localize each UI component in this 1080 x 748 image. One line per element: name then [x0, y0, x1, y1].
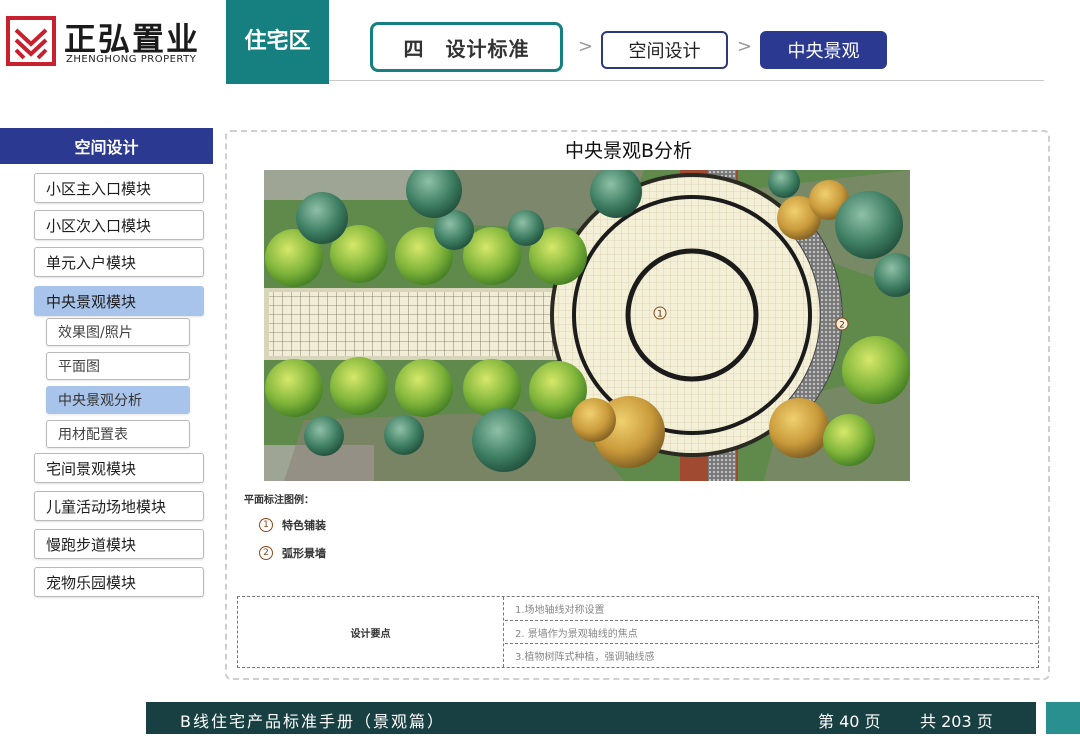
breadcrumb-arrow-icon: >	[578, 36, 594, 57]
header-divider	[329, 80, 1044, 81]
legend-label: 特色铺装	[282, 519, 326, 532]
plan-marker-2: 2	[839, 321, 845, 331]
logo-text-en: ZHENGHONG PROPERTY	[66, 54, 197, 65]
legend-title: 平面标注图例：	[244, 495, 314, 506]
design-point-row: 3.植物树阵式种植，强调轴线感	[505, 643, 1038, 666]
footer-manual-title: B线住宅产品标准手册（景观篇）	[180, 712, 445, 731]
plan-title: 中央景观B分析	[564, 140, 693, 162]
logo-mark-icon	[6, 16, 56, 66]
sidebar-item-between-buildings[interactable]: 宅间景观模块	[34, 453, 204, 483]
sidebar-item-children-play[interactable]: 儿童活动场地模块	[34, 491, 204, 521]
breadcrumb-central-landscape[interactable]: 中央景观	[760, 31, 887, 69]
sidebar-item-pet-park[interactable]: 宠物乐园模块	[34, 567, 204, 597]
sidebar-subitem-renderings[interactable]: 效果图/照片	[46, 318, 190, 346]
design-point-row: 2. 景墙作为景观轴线的焦点	[505, 620, 1038, 643]
sidebar-subitem-analysis[interactable]: 中央景观分析	[46, 386, 190, 414]
design-points-header: 设计要点	[238, 597, 504, 667]
legend-number-icon: 1	[259, 518, 273, 532]
sidebar-item-unit-entry[interactable]: 单元入户模块	[34, 247, 204, 277]
sidebar-item-jogging-track[interactable]: 慢跑步道模块	[34, 529, 204, 559]
breadcrumb-arrow-icon: >	[737, 36, 753, 57]
landscape-plan-image: 1 2	[264, 170, 910, 481]
legend-item: 2 弧形景墙	[259, 545, 326, 561]
legend-label: 弧形景墙	[282, 547, 326, 560]
legend-number-icon: 2	[259, 546, 273, 560]
sidebar-item-central-landscape[interactable]: 中央景观模块	[34, 286, 204, 316]
footer-accent-tab	[1046, 702, 1080, 734]
company-logo: 正弘置业 ZHENGHONG PROPERTY	[6, 12, 216, 72]
sidebar-item-main-entrance[interactable]: 小区主入口模块	[34, 173, 204, 203]
sidebar-subitem-materials[interactable]: 用材配置表	[46, 420, 190, 448]
design-point-row: 1.场地轴线对称设置	[515, 605, 605, 616]
footer-page-total: 共 203 页	[920, 712, 993, 731]
breadcrumb-chapter[interactable]: 四 设计标准	[370, 22, 563, 72]
design-points-table: 设计要点 1.场地轴线对称设置 2. 景墙作为景观轴线的焦点 3.植物树阵式种植…	[237, 596, 1039, 668]
sidebar-subitem-plan[interactable]: 平面图	[46, 352, 190, 380]
footer-page-number: 第 40 页	[818, 712, 881, 731]
breadcrumb-space-design[interactable]: 空间设计	[601, 31, 728, 69]
footer-bar: B线住宅产品标准手册（景观篇） 第 40 页 共 203 页	[146, 702, 1036, 734]
plan-marker-1: 1	[657, 310, 663, 320]
legend-item: 1 特色铺装	[259, 517, 326, 533]
section-tab-residential[interactable]: 住宅区	[226, 0, 329, 84]
sidebar-item-secondary-entrance[interactable]: 小区次入口模块	[34, 210, 204, 240]
sidebar-title: 空间设计	[0, 128, 213, 164]
